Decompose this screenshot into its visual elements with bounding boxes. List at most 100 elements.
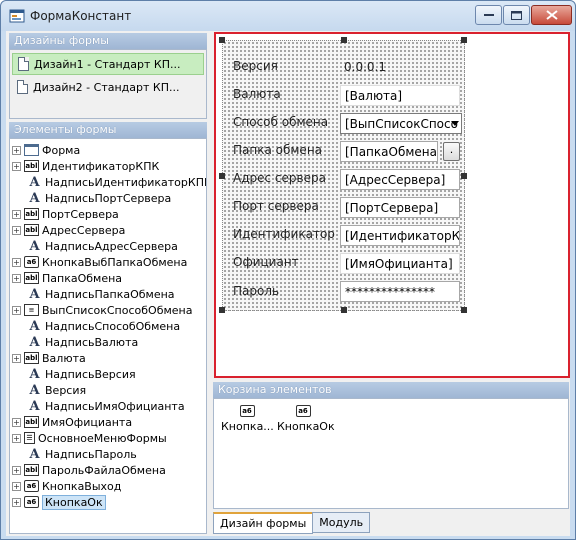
tree-item[interactable]: A НадписьСпособОбмена [12,318,180,334]
exchange-folder-label: Папка обмена [233,143,323,157]
basket-item-button-ok[interactable]: a6 КнопкаОк [277,405,335,433]
design-item-2[interactable]: Дизайн2 - Стандарт КП... [12,76,204,98]
label-icon: A [29,318,40,334]
tree-item[interactable]: + ☰ ОсновноеМенюФормы [12,430,167,446]
tree-item[interactable]: A НадписьПортСервера [12,190,171,206]
resize-handle[interactable] [219,173,225,179]
expand-icon[interactable]: + [12,209,21,219]
basket-item-button-exit[interactable]: a6 Кнопка... [221,405,274,433]
expand-icon[interactable]: + [12,305,21,315]
label-icon: A [29,446,40,462]
exchange-folder-field[interactable]: [ПапкаОбмена] [340,141,438,162]
form-icon [24,144,39,156]
tree-item[interactable]: + a6 КнопкаВыход [12,478,121,494]
tree-item[interactable]: + abl ПарольФайлаОбмена [12,462,166,478]
resize-handle[interactable] [219,307,225,313]
tree-item[interactable]: + ≡ ВыпСписокСпособОбмена [12,302,192,318]
dropdown-arrow-icon [451,121,459,126]
expand-icon[interactable]: + [12,481,21,491]
expand-icon[interactable]: + [12,273,21,283]
browse-folder-button[interactable]: . [443,142,460,161]
close-button[interactable] [531,5,572,25]
tree-item-label: НадписьПароль [45,447,137,461]
textfield-icon: abl [24,272,39,284]
resize-handle[interactable] [341,37,347,43]
tree-item-label: ОсновноеМенюФормы [38,431,167,445]
tree-item[interactable]: + Форма [12,142,80,158]
password-field[interactable]: *************** [340,281,460,302]
expand-icon[interactable]: + [12,497,21,507]
expand-icon[interactable]: + [12,417,21,427]
resize-handle[interactable] [461,307,467,313]
tree-item[interactable]: A НадписьИмяОфицианта [12,398,184,414]
tree-item-label: Валюта [42,351,86,365]
basket-panel-header: Корзина элементов [213,382,569,398]
expand-icon[interactable]: + [12,257,21,267]
label-icon: A [29,190,40,206]
label-icon: A [29,286,40,302]
tree-item[interactable]: A НадписьПароль [12,446,137,462]
design-item-1[interactable]: Дизайн1 - Стандарт КП... [12,53,204,75]
identifier-field[interactable]: [ИдентификаторК [340,225,460,246]
tree-item-label: НадписьСпособОбмена [45,319,181,333]
minimize-button[interactable] [475,5,502,25]
textfield-icon: abl [24,464,39,476]
maximize-icon [511,10,522,20]
tree-item-label: АдресСервера [42,223,126,237]
tree-item[interactable]: A НадписьПапкаОбмена [12,286,175,302]
tab-form-design[interactable]: Дизайн формы [213,512,314,534]
tree-item[interactable]: A НадписьАдресСервера [12,238,177,254]
tree-item[interactable]: + abl ИдентификаторКПК [12,158,159,174]
maximize-button[interactable] [503,5,530,25]
resize-handle[interactable] [461,173,467,179]
tree-item[interactable]: + abl АдресСервера [12,222,125,238]
expand-icon[interactable]: + [12,161,21,171]
tree-item[interactable]: A НадписьВерсия [12,366,135,382]
label-icon: A [29,334,40,350]
label-icon: A [29,398,40,414]
tree-item-label: НадписьПапкаОбмена [45,287,175,301]
expand-icon[interactable]: + [12,433,21,443]
expand-icon[interactable]: + [12,225,21,235]
form-design-canvas[interactable]: Версия 0.0.0.1 Валюта [Валюта] Способ об… [214,32,570,378]
tree-item[interactable]: + abl ИмяОфицианта [12,414,132,430]
basket-item-label: КнопкаОк [277,420,335,433]
waiter-field[interactable]: [ИмяОфицианта] [340,253,460,274]
tree-item[interactable]: + abl ПапкаОбмена [12,270,122,286]
tree-item[interactable]: + a6 КнопкаОк [12,494,106,510]
server-address-field[interactable]: [АдресСервера] [340,169,460,190]
tree-item[interactable]: A НадписьИдентификаторКПК [12,174,206,190]
resize-handle[interactable] [461,37,467,43]
dropdown-list-icon: ≡ [24,304,39,316]
form-surface[interactable]: Версия 0.0.0.1 Валюта [Валюта] Способ об… [219,37,467,313]
title-bar[interactable]: ФормаКонстант [1,1,575,31]
textfield-icon: abl [24,160,39,172]
tree-item[interactable]: + a6 КнопкаВыбПапкаОбмена [12,254,187,270]
designs-panel-header: Дизайны формы [9,33,207,49]
textfield-icon: abl [24,416,39,428]
label-icon: A [29,382,40,398]
currency-field[interactable]: [Валюта] [340,85,460,106]
expand-icon[interactable]: + [12,145,21,155]
tree-item-label: НадписьВалюта [45,335,139,349]
label-icon: A [29,366,40,382]
resize-handle[interactable] [341,307,347,313]
server-port-field[interactable]: [ПортСервера] [340,197,460,218]
tab-module[interactable]: Модуль [312,512,371,533]
expand-icon[interactable]: + [12,465,21,475]
currency-label: Валюта [233,87,281,101]
tree-item[interactable]: A НадписьВалюта [12,334,138,350]
exchange-method-select[interactable]: [ВыпСписокСпосо [340,113,462,134]
resize-handle[interactable] [219,37,225,43]
expand-icon[interactable]: + [12,353,21,363]
elements-basket: a6 Кнопка... a6 КнопкаОк [213,398,569,509]
close-icon [545,10,558,20]
minimize-icon [483,14,494,16]
label-icon: A [29,174,40,190]
label-icon: A [29,238,40,254]
tree-item[interactable]: + abl Валюта [12,350,86,366]
tree-item[interactable]: + abl ПортСервера [12,206,119,222]
tree-item[interactable]: A Версия [12,382,86,398]
basket-item-label: Кнопка... [221,420,274,433]
textfield-icon: abl [24,352,39,364]
